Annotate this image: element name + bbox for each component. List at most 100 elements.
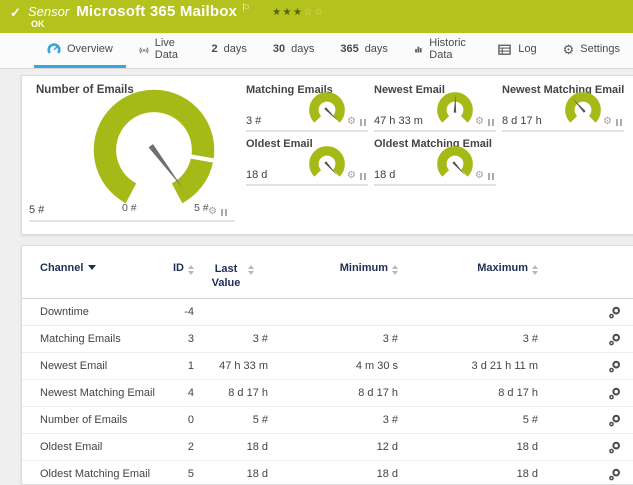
column-header-maximum[interactable]: Maximum [398, 262, 538, 275]
table-row-newest-matching-email[interactable]: Newest Matching Email 4 8 d 17 h 8 d 17 … [22, 380, 633, 407]
column-header-channel[interactable]: Channel [40, 262, 168, 274]
tab-label: Historic Data [429, 37, 466, 61]
mini-gauge-oldest-email[interactable]: Oldest Email 18 d ⚙ [246, 138, 368, 186]
cell-minimum: 3 # [382, 333, 398, 345]
tab-2-days[interactable]: 2 days [198, 33, 259, 68]
channel-settings-icon[interactable] [607, 413, 622, 428]
tab-live-data[interactable]: Live Data [126, 33, 199, 68]
table-row-number-of-emails[interactable]: Number of Emails 0 5 # 3 # 5 # [22, 407, 633, 434]
table-row-oldest-email[interactable]: Oldest Email 2 18 d 12 d 18 d [22, 434, 633, 461]
channel-settings-icon[interactable] [607, 440, 622, 455]
tab-label: Overview [67, 43, 113, 55]
tab-label: Log [518, 43, 537, 55]
sensor-type-label: Sensor [28, 4, 70, 19]
overview-gauges-panel: Number of Emails 0 # 5 # 5 # ⚙ Matching … [21, 75, 633, 235]
page-title: Microsoft 365 Mailbox [76, 3, 238, 20]
main-gauge-value: 5 # [29, 204, 45, 216]
cell-id: 5 [187, 468, 194, 480]
channel-settings-icon[interactable] [607, 359, 622, 374]
channel-settings-icon[interactable]: ⚙ [475, 117, 484, 127]
table-row-downtime[interactable]: Downtime -4 [22, 299, 633, 326]
table-row-matching-emails[interactable]: Matching Emails 3 3 # 3 # 3 # [22, 326, 633, 353]
channel-settings-icon[interactable] [607, 467, 622, 482]
cell-channel: Oldest Email [40, 441, 103, 453]
channel-settings-icon[interactable]: ⚙ [208, 207, 217, 217]
mini-gauge-matching-emails[interactable]: Matching Emails 3 # ⚙ [246, 84, 368, 132]
tab-log[interactable]: Log [484, 33, 549, 68]
tab-settings[interactable]: ⚙ Settings [550, 33, 633, 68]
star-icon[interactable]: ☆ [303, 7, 313, 18]
flag-icon[interactable]: ⚐ [241, 3, 250, 14]
main-gauge[interactable] [90, 86, 218, 214]
tab-historic-data[interactable]: Historic Data [401, 33, 484, 68]
channel-settings-icon[interactable] [607, 332, 622, 347]
pause-icon[interactable] [488, 172, 494, 180]
column-header-id[interactable]: ID [168, 262, 194, 275]
mini-gauge [565, 92, 601, 123]
gauge-scale-min: 0 # [122, 202, 137, 214]
cell-last-value: 8 d 17 h [228, 387, 268, 399]
cell-id: 0 [187, 414, 194, 426]
mini-gauge-value: 47 h 33 m [374, 115, 423, 127]
tab-30-days[interactable]: 30 days [260, 33, 328, 68]
cell-maximum: 5 # [522, 414, 538, 426]
cell-last-value: 18 d [246, 468, 268, 480]
live-signal-icon [139, 46, 149, 53]
cell-maximum: 3 # [522, 333, 538, 345]
cell-minimum: 8 d 17 h [358, 387, 398, 399]
rating-stars[interactable]: ★★★☆☆ [272, 7, 324, 18]
mini-gauge-newest-email[interactable]: Newest Email 47 h 33 m ⚙ [374, 84, 496, 132]
sort-icon [248, 265, 254, 275]
channel-settings-icon[interactable]: ⚙ [475, 171, 484, 181]
sensor-status-header: ✓ Sensor Microsoft 365 Mailbox ⚐ ★★★☆☆ O… [0, 0, 633, 33]
gauge-ring [437, 146, 473, 177]
cell-last-value: 3 # [252, 333, 268, 345]
pause-icon[interactable] [616, 118, 622, 126]
channel-settings-icon[interactable]: ⚙ [347, 117, 356, 127]
star-icon[interactable]: ★ [283, 7, 293, 18]
cell-channel: Downtime [40, 306, 89, 318]
cell-id: -4 [184, 306, 194, 318]
mini-gauge-value: 8 d 17 h [502, 115, 542, 127]
cell-id: 2 [187, 441, 194, 453]
channel-settings-icon[interactable] [607, 386, 622, 401]
star-icon[interactable]: ★ [293, 7, 303, 18]
channel-action-icons: ⚙ [347, 171, 366, 181]
cell-channel: Matching Emails [40, 333, 121, 345]
star-icon[interactable]: ☆ [314, 7, 324, 18]
channel-settings-icon[interactable] [607, 305, 622, 320]
pause-icon[interactable] [360, 118, 366, 126]
star-icon[interactable]: ★ [272, 7, 282, 18]
tab-number: 365 [340, 43, 359, 55]
mini-gauge [437, 92, 473, 123]
cell-maximum: 8 d 17 h [498, 387, 538, 399]
gauge-ring [309, 92, 345, 123]
pause-icon[interactable] [360, 172, 366, 180]
tab-label: Live Data [154, 37, 178, 61]
pause-icon[interactable] [488, 118, 494, 126]
cell-maximum: 18 d [516, 468, 538, 480]
mini-gauge-newest-matching-email[interactable]: Newest Matching Email 8 d 17 h ⚙ [502, 84, 624, 132]
tab-bar: Overview Live Data 2 days 30 days 365 da… [0, 33, 633, 69]
column-header-minimum[interactable]: Minimum [268, 262, 398, 275]
channel-settings-icon[interactable]: ⚙ [347, 171, 356, 181]
cell-channel: Oldest Matching Email [40, 468, 151, 480]
cell-maximum: 18 d [516, 441, 538, 453]
table-row-newest-email[interactable]: Newest Email 1 47 h 33 m 4 m 30 s 3 d 21… [22, 353, 633, 380]
cell-minimum: 3 # [382, 414, 398, 426]
tab-number: 30 [272, 43, 286, 55]
tab-overview[interactable]: Overview [34, 33, 126, 68]
mini-gauge [309, 92, 345, 123]
channel-settings-icon[interactable]: ⚙ [603, 117, 612, 127]
gauge-ring [309, 146, 345, 177]
mini-gauge-value: 18 d [246, 169, 268, 181]
column-header-last-value[interactable]: Last Value [194, 262, 268, 291]
tab-365-days[interactable]: 365 days [327, 33, 401, 68]
cell-id: 1 [187, 360, 194, 372]
cell-last-value: 5 # [252, 414, 268, 426]
channel-action-icons: ⚙ [603, 117, 622, 127]
mini-gauge-oldest-matching-email[interactable]: Oldest Matching Email 18 d ⚙ [374, 138, 496, 186]
table-row-oldest-matching-email[interactable]: Oldest Matching Email 5 18 d 18 d 18 d [22, 461, 633, 484]
cell-id: 3 [187, 333, 194, 345]
pause-icon[interactable] [220, 208, 227, 216]
